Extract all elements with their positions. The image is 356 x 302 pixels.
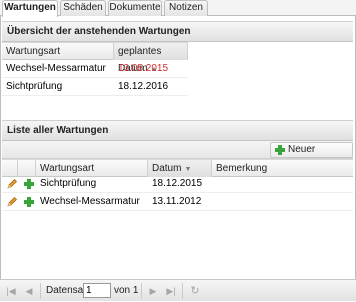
new-record-button[interactable]: Neuer Datensatz	[270, 142, 353, 169]
cell-datum: 13.11.2012	[152, 196, 202, 207]
pencil-icon[interactable]	[6, 196, 18, 208]
tab-schaeden[interactable]: Schäden	[60, 0, 106, 16]
next-page-icon[interactable]: ▶	[146, 284, 160, 298]
cell-wartungsart: Sichtprüfung	[40, 178, 97, 189]
first-page-icon[interactable]: |◀	[4, 284, 18, 298]
tab-dokumente[interactable]: Dokumente	[108, 0, 162, 16]
separator	[141, 283, 142, 299]
pencil-icon[interactable]	[6, 178, 18, 190]
cell-bemerkung	[212, 193, 353, 211]
pending-grid-header: Wartungsart geplantes Datum ▲	[2, 42, 188, 74]
column-header-wartungsart[interactable]: Wartungsart	[2, 43, 114, 60]
page-number-input[interactable]: 1	[83, 283, 111, 298]
pending-row[interactable]: Sichtprüfung 18.12.2016	[2, 78, 188, 96]
cell-date: 18.12.2016	[118, 81, 169, 92]
cell-wartungsart: Wechsel-Messarmatur	[6, 63, 106, 74]
column-header-geplantes-datum[interactable]: geplantes Datum ▲	[114, 43, 188, 74]
column-header-label: Datum	[152, 163, 182, 174]
cell-wartungsart: Wechsel-Messarmatur	[40, 196, 140, 207]
pending-row[interactable]: Wechsel-Messarmatur 13.05.2015	[2, 60, 188, 78]
last-page-icon[interactable]: ▶|	[164, 284, 178, 298]
tab-bar: Wartungen Schäden Dokumente Notizen	[0, 0, 356, 17]
separator	[40, 283, 41, 299]
plus-icon[interactable]	[24, 197, 34, 207]
plus-icon[interactable]	[24, 179, 34, 189]
refresh-icon[interactable]: ↻	[188, 284, 202, 298]
pending-panel-title: Übersicht der anstehenden Wartungen	[2, 21, 353, 42]
table-row[interactable]: Sichtprüfung 18.12.2015	[2, 175, 353, 193]
sort-descending-icon: ▼	[184, 166, 192, 173]
all-panel-title: Liste aller Wartungen	[2, 120, 353, 141]
cell-wartungsart: Sichtprüfung	[6, 81, 63, 92]
plus-icon	[275, 145, 285, 155]
cell-datum: 18.12.2015	[152, 178, 203, 189]
cell-bemerkung	[212, 175, 353, 193]
page-count-text: von 1	[114, 285, 139, 296]
table-row[interactable]: Wechsel-Messarmatur 13.11.2012	[2, 193, 353, 211]
paging-toolbar: |◀ ◀ Datensatz 1 von 1 ▶ ▶| ↻	[0, 279, 356, 301]
separator	[182, 283, 183, 299]
cell-date-overdue: 13.05.2015	[118, 63, 169, 74]
tab-notizen[interactable]: Notizen	[164, 0, 208, 16]
prev-page-icon[interactable]: ◀	[22, 284, 36, 298]
all-toolbar: Neuer Datensatz	[2, 141, 353, 169]
tab-wartungen[interactable]: Wartungen	[2, 0, 58, 17]
